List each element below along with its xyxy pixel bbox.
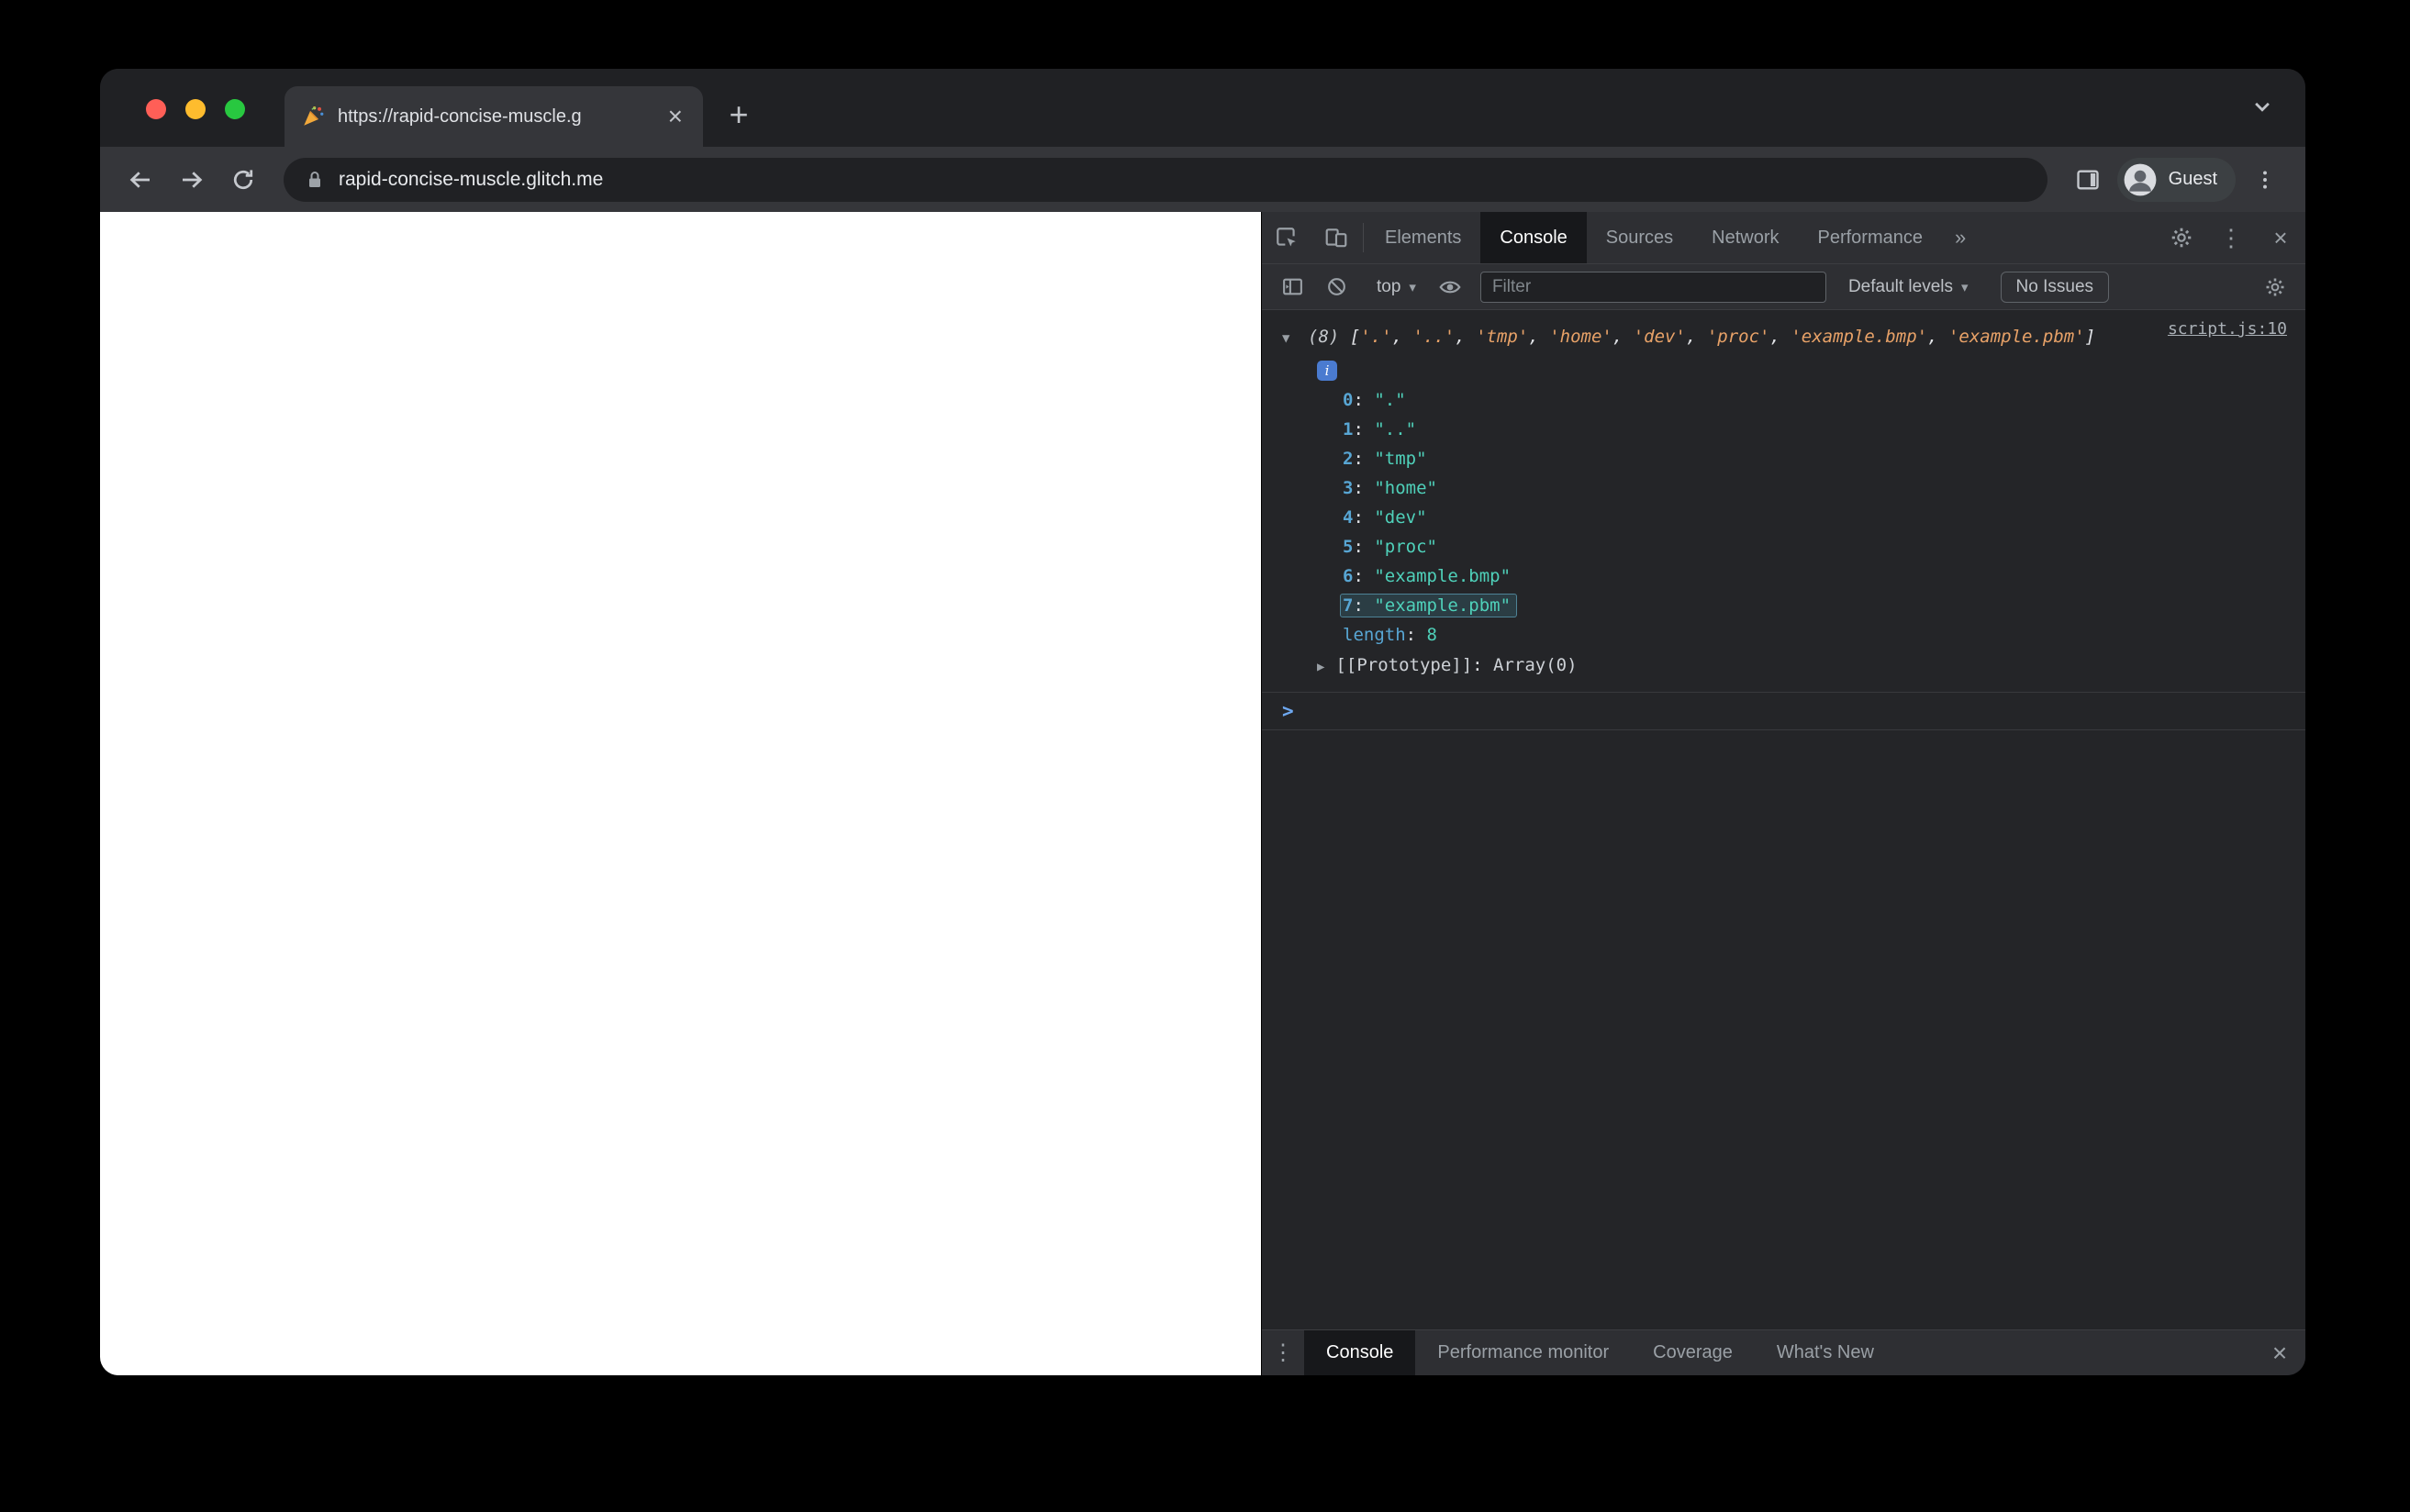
browser-menu-icon[interactable] xyxy=(2243,158,2287,202)
tab-performance[interactable]: Performance xyxy=(1799,212,1943,263)
devtools-drawer: ⋮ Console Performance monitor Coverage W… xyxy=(1262,1329,2305,1375)
array-count: (8) xyxy=(1308,327,1340,347)
devtools-menu-icon[interactable]: ⋮ xyxy=(2206,212,2256,263)
tab-search-chevron-icon[interactable] xyxy=(2248,93,2276,120)
side-panel-button[interactable] xyxy=(2066,158,2110,202)
console-toolbar: top ▾ Default levels ▾ No Issues xyxy=(1262,264,2305,310)
array-entry-row: 4: "dev" xyxy=(1343,507,1427,528)
url-text: rapid-concise-muscle.glitch.me xyxy=(339,168,604,190)
array-entry-row: 1: ".." xyxy=(1343,419,1417,439)
prototype-value: Array(0) xyxy=(1493,655,1578,675)
frame-context-selector[interactable]: top ▾ xyxy=(1366,277,1427,297)
browser-toolbar: rapid-concise-muscle.glitch.me Guest xyxy=(100,147,2305,212)
bracket-open: [ xyxy=(1349,327,1361,347)
length-row: length: 8 xyxy=(1282,620,2289,650)
length-value: 8 xyxy=(1426,625,1437,645)
expand-triangle-icon[interactable]: ▶ xyxy=(1317,660,1324,674)
live-expression-eye-icon[interactable] xyxy=(1429,266,1471,308)
divider xyxy=(1363,223,1364,252)
source-link[interactable]: script.js:10 xyxy=(2168,319,2287,339)
browser-window: https://rapid-concise-muscle.g × + rapid… xyxy=(100,69,2305,1375)
more-tabs-icon[interactable]: » xyxy=(1942,212,1979,263)
console-filter-input[interactable] xyxy=(1479,271,1826,303)
page-viewport xyxy=(100,212,1261,1375)
array-preview-items: '.', '..', 'tmp', 'home', 'dev', 'proc',… xyxy=(1360,327,2085,347)
drawer-tab-performance-monitor[interactable]: Performance monitor xyxy=(1415,1330,1631,1375)
traffic-lights xyxy=(146,99,245,119)
array-entry-row: 6: "example.bmp" xyxy=(1343,566,1512,586)
array-entry-row: 7: "example.pbm" xyxy=(1282,591,2289,620)
log-levels-label: Default levels xyxy=(1847,276,1954,296)
profile-chip[interactable]: Guest xyxy=(2116,157,2236,202)
tab-network[interactable]: Network xyxy=(1692,212,1798,263)
array-entry-row: 5: "proc" xyxy=(1343,537,1437,557)
drawer-close-icon[interactable]: × xyxy=(2254,1330,2305,1375)
array-entry-row: 3: "home" xyxy=(1343,478,1437,498)
tab-title: https://rapid-concise-muscle.g xyxy=(338,106,582,127)
new-tab-button[interactable]: + xyxy=(720,96,758,135)
bracket-close: ] xyxy=(2084,327,2096,347)
info-icon: i xyxy=(1317,361,1337,381)
length-label: length xyxy=(1343,625,1406,645)
drawer-tab-whats-new[interactable]: What's New xyxy=(1755,1330,1896,1375)
browser-tab[interactable]: https://rapid-concise-muscle.g × xyxy=(285,86,703,147)
zoom-window-button[interactable] xyxy=(225,99,245,119)
devtools-panel: Elements Console Sources Network Perform… xyxy=(1261,212,2305,1375)
forward-button[interactable] xyxy=(170,158,214,202)
log-levels-dropdown[interactable]: Default levels ▾ xyxy=(1835,277,1981,297)
settings-gear-icon[interactable] xyxy=(2157,212,2206,263)
minimize-window-button[interactable] xyxy=(185,99,206,119)
frame-context-label: top xyxy=(1377,276,1401,296)
separator: : xyxy=(1472,655,1494,675)
prototype-row: ▶ [[Prototype]]: Array(0) xyxy=(1282,650,2289,683)
chevron-down-icon: ▾ xyxy=(1409,279,1416,295)
no-issues-button[interactable]: No Issues xyxy=(2000,271,2110,303)
collapse-triangle-icon[interactable]: ▼ xyxy=(1282,323,1308,354)
drawer-tab-coverage[interactable]: Coverage xyxy=(1631,1330,1755,1375)
tab-strip: https://rapid-concise-muscle.g × + xyxy=(100,69,2305,147)
drawer-tab-console[interactable]: Console xyxy=(1304,1330,1416,1375)
array-entries: 0: "." 1: ".." 2: "tmp" 3: "home" 4: "dev" 5:… xyxy=(1282,385,2289,620)
drawer-menu-icon[interactable]: ⋮ xyxy=(1262,1330,1304,1375)
array-entry-row: 2: "tmp" xyxy=(1343,449,1427,469)
inspect-element-icon[interactable] xyxy=(1262,212,1311,263)
prototype-label: [[Prototype]] xyxy=(1335,655,1473,675)
tab-elements[interactable]: Elements xyxy=(1366,212,1480,263)
array-entry-row: 0: "." xyxy=(1343,390,1406,410)
back-button[interactable] xyxy=(118,158,162,202)
console-sidebar-icon[interactable] xyxy=(1271,266,1313,308)
party-popper-favicon xyxy=(301,105,325,128)
clear-console-icon[interactable] xyxy=(1315,266,1357,308)
console-message: script.js:10 ▼ (8) ['.', '..', 'tmp', 'ho… xyxy=(1262,310,2305,693)
console-settings-gear-icon[interactable] xyxy=(2254,266,2296,308)
profile-label: Guest xyxy=(2168,169,2217,189)
window-content: Elements Console Sources Network Perform… xyxy=(100,212,2305,1375)
separator: : xyxy=(1405,625,1427,645)
tab-close-icon[interactable]: × xyxy=(664,104,686,129)
close-window-button[interactable] xyxy=(146,99,166,119)
devtools-close-icon[interactable]: × xyxy=(2256,212,2305,263)
console-output[interactable]: script.js:10 ▼ (8) ['.', '..', 'tmp', 'ho… xyxy=(1262,310,2305,1329)
avatar-icon xyxy=(2123,162,2158,197)
device-toolbar-icon[interactable] xyxy=(1311,212,1361,263)
address-bar[interactable]: rapid-concise-muscle.glitch.me xyxy=(284,157,2047,202)
lock-icon[interactable] xyxy=(304,169,326,191)
console-prompt[interactable]: > xyxy=(1262,693,2305,730)
tab-console[interactable]: Console xyxy=(1480,212,1587,263)
array-preview-line: ▼ (8) ['.', '..', 'tmp', 'home', 'dev', '… xyxy=(1282,321,2289,354)
evaluated-info-row: i xyxy=(1317,358,2289,382)
prompt-chevron-icon: > xyxy=(1282,700,1294,722)
tab-sources[interactable]: Sources xyxy=(1587,212,1692,263)
chevron-down-icon: ▾ xyxy=(1961,279,1969,295)
devtools-tabbar: Elements Console Sources Network Perform… xyxy=(1262,212,2305,264)
reload-button[interactable] xyxy=(221,158,265,202)
